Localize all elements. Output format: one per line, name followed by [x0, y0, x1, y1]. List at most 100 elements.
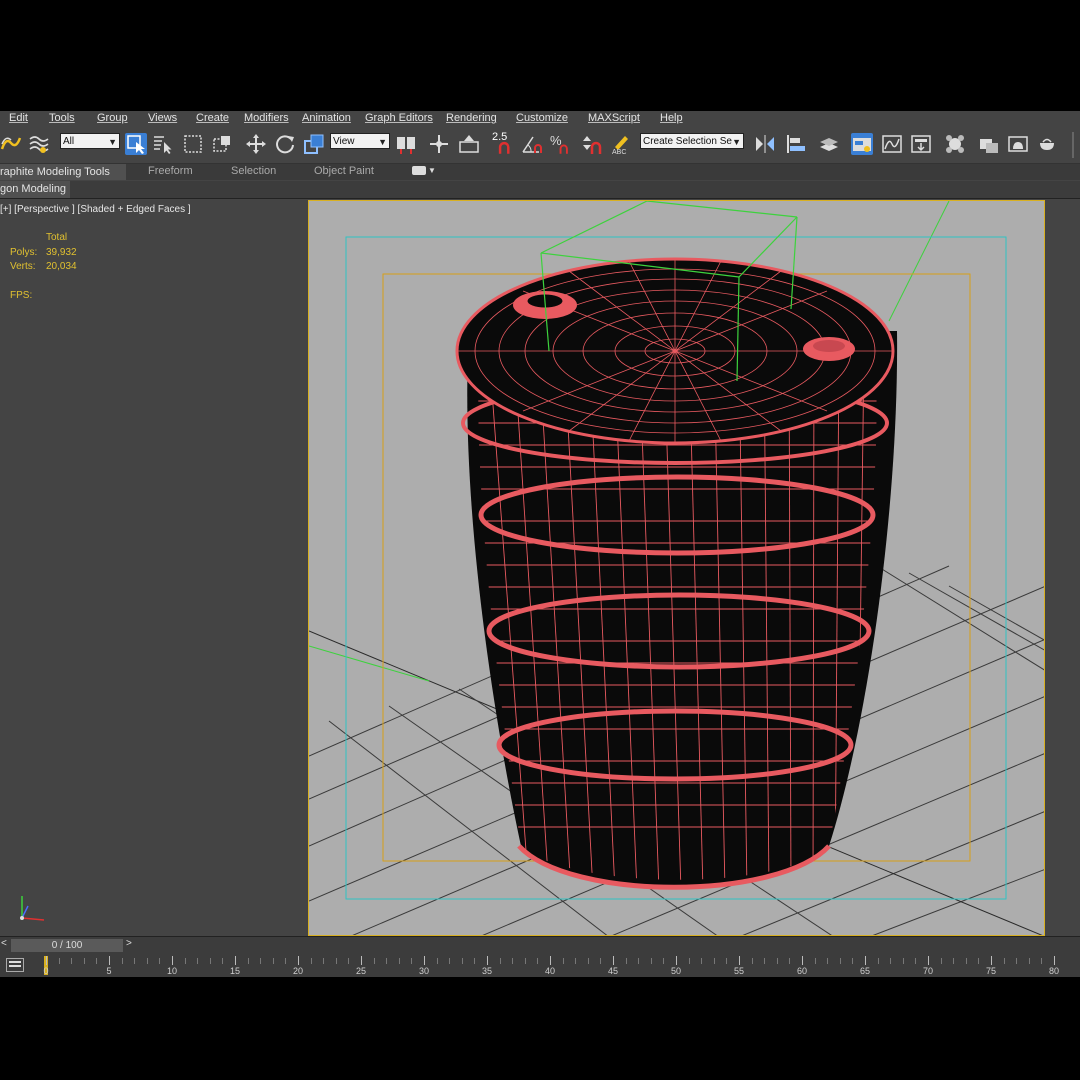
- menu-modifiers[interactable]: Modifiers: [244, 112, 289, 124]
- render-frame-window-icon[interactable]: [1007, 133, 1029, 155]
- tick-label: 60: [796, 966, 808, 976]
- menu-group[interactable]: Group: [97, 112, 128, 124]
- select-by-name-icon[interactable]: [152, 133, 174, 155]
- timeline-tick: [474, 958, 476, 964]
- graphite-modeling-toggle-icon[interactable]: [851, 133, 873, 155]
- tick-label: 15: [229, 966, 241, 976]
- percent-snap-icon[interactable]: %: [550, 133, 572, 155]
- menu-help[interactable]: Help: [660, 112, 683, 124]
- timeline-tick: [172, 956, 173, 965]
- render-setup-icon[interactable]: [978, 133, 1000, 155]
- menu-views[interactable]: Views: [148, 112, 177, 124]
- reference-coordinate-dropdown[interactable]: View ▼: [330, 133, 390, 149]
- snaps-toggle-icon[interactable]: 2.5: [490, 131, 518, 155]
- timeline-tick: [701, 958, 703, 964]
- menu-graph-editors[interactable]: Graph Editors: [365, 112, 433, 124]
- timeline-tick: [58, 958, 60, 964]
- timeline-tick: [323, 958, 325, 964]
- timeline-tick: [436, 958, 438, 964]
- timeline-tick: [802, 956, 803, 965]
- timeline-tick: [222, 958, 224, 964]
- move-icon[interactable]: [245, 133, 267, 155]
- stats-verts-value: 20,034: [46, 261, 77, 272]
- tick-label: 30: [418, 966, 430, 976]
- timeline-tick: [71, 958, 73, 964]
- timeline-tick: [184, 958, 186, 964]
- align-icon[interactable]: [785, 133, 807, 155]
- timeline-tick: [1003, 958, 1005, 964]
- perspective-viewport[interactable]: [308, 200, 1045, 936]
- render-production-icon[interactable]: [1036, 133, 1058, 155]
- track-bar[interactable]: 0 5 10 15 20 25 30 35 40 45 50 55 60 65 …: [0, 954, 1080, 977]
- timeline-tick: [83, 958, 85, 964]
- ribbon-options-arrow-icon[interactable]: ▼: [428, 166, 436, 175]
- mirror-icon[interactable]: [754, 133, 776, 155]
- named-selection-set-placeholder: Create Selection Se: [643, 136, 732, 147]
- time-slider-bar: < 0 / 100 >: [0, 936, 1080, 955]
- menu-maxscript[interactable]: MAXScript: [588, 112, 640, 124]
- timeline-tick: [638, 958, 640, 964]
- viewport-label[interactable]: [+] [Perspective ] [Shaded + Edged Faces…: [0, 204, 191, 215]
- named-selection-set-dropdown[interactable]: Create Selection Se ▼: [640, 133, 744, 149]
- mini-curve-editor-icon[interactable]: [6, 958, 24, 972]
- menu-rendering[interactable]: Rendering: [446, 112, 497, 124]
- scale-icon[interactable]: [303, 133, 325, 155]
- timeline-tick: [398, 958, 400, 964]
- timeline-tick: [499, 958, 501, 964]
- tab-graphite-modeling-tools[interactable]: raphite Modeling Tools: [0, 164, 126, 180]
- menu-tools[interactable]: Tools: [49, 112, 75, 124]
- tab-object-paint[interactable]: Object Paint: [314, 165, 374, 177]
- time-slider-frame: 0 / 100: [51, 940, 83, 951]
- timeline-tick: [688, 958, 690, 964]
- material-editor-icon[interactable]: [944, 133, 966, 155]
- tick-label: 55: [733, 966, 745, 976]
- axis-tripod-icon: [20, 896, 45, 921]
- window-crossing-icon[interactable]: [211, 133, 233, 155]
- stats-fps-label: FPS:: [10, 290, 33, 301]
- timeline-tick: [461, 958, 463, 964]
- pivot-center-icon[interactable]: [395, 133, 417, 155]
- tab-selection[interactable]: Selection: [231, 165, 276, 177]
- timeline-tick: [285, 958, 287, 964]
- app-window: Edit Tools Group Views Create Modifiers …: [0, 111, 1080, 977]
- tab-freeform[interactable]: Freeform: [148, 165, 193, 177]
- time-next-button[interactable]: >: [126, 938, 132, 949]
- menu-animation[interactable]: Animation: [302, 112, 351, 124]
- tick-label: 65: [859, 966, 871, 976]
- ribbon-options-icon[interactable]: [412, 166, 426, 175]
- timeline-tick: [272, 958, 274, 964]
- panel-polygon-modeling[interactable]: gon Modeling: [0, 181, 71, 198]
- selection-filter-dropdown[interactable]: All ▼: [60, 133, 120, 149]
- select-object-icon[interactable]: [125, 133, 147, 155]
- timeline-tick: [575, 958, 577, 964]
- timeline-tick: [928, 956, 929, 965]
- timeline-tick: [537, 958, 539, 964]
- timeline-tick: [902, 958, 904, 964]
- tick-label: 25: [355, 966, 367, 976]
- tick-label: 40: [544, 966, 556, 976]
- bind-space-warp-icon[interactable]: [28, 133, 50, 155]
- time-slider[interactable]: 0 / 100: [11, 939, 123, 952]
- schematic-view-icon[interactable]: [910, 133, 932, 155]
- menu-create[interactable]: Create: [196, 112, 229, 124]
- timeline-tick: [1054, 956, 1055, 965]
- rotate-icon[interactable]: [274, 133, 296, 155]
- time-prev-button[interactable]: <: [1, 938, 7, 949]
- rect-selection-region-icon[interactable]: [182, 133, 204, 155]
- angle-snap-icon[interactable]: [521, 133, 543, 155]
- select-manipulate-icon[interactable]: [428, 133, 450, 155]
- timeline-tick: [235, 956, 236, 965]
- menu-customize[interactable]: Customize: [516, 112, 568, 124]
- menu-edit[interactable]: Edit: [9, 112, 28, 124]
- edit-named-selection-icon[interactable]: ABC: [611, 133, 633, 155]
- keyboard-shortcut-icon[interactable]: [458, 133, 480, 155]
- link-icon[interactable]: [0, 133, 22, 155]
- spinner-snap-icon[interactable]: [580, 133, 602, 155]
- world-y-axis: [888, 201, 950, 322]
- layer-manager-icon[interactable]: [818, 133, 840, 155]
- reference-coordinate-value: View: [333, 136, 355, 147]
- timeline-tick: [134, 958, 136, 964]
- curve-editor-icon[interactable]: [881, 133, 903, 155]
- timeline-tick: [852, 958, 854, 964]
- timeline-tick: [121, 958, 123, 964]
